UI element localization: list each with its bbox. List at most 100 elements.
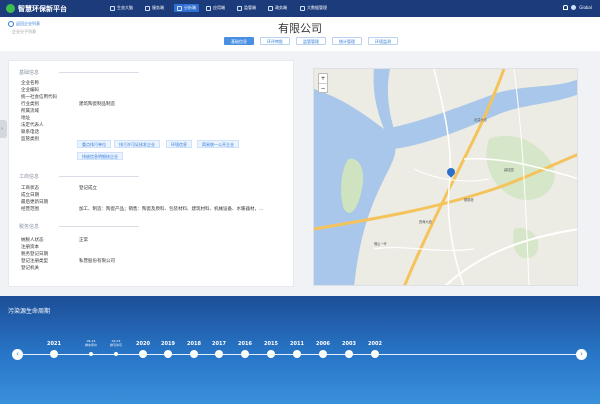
- industry-value: 建筑陶瓷制品制造: [79, 102, 115, 107]
- timeline-node[interactable]: [215, 350, 223, 358]
- user-name: Global: [579, 5, 592, 10]
- category-chip: 环境信息: [166, 140, 192, 148]
- top-nav: 智慧环保新平台 生态大脑 服务端 分析端 应用端 监管端 政务端 大数据管理 G…: [0, 0, 600, 17]
- zoom-out-button[interactable]: −: [319, 83, 327, 92]
- chevron-right-icon: ›: [1, 126, 3, 132]
- section-business: 工商信息: [19, 174, 40, 180]
- field-label: 法定代表人: [21, 123, 44, 128]
- user-icon: [571, 5, 577, 10]
- timeline-event-node[interactable]: [89, 352, 93, 356]
- brain-icon: [110, 5, 115, 11]
- section-basic: 基础信息: [19, 70, 40, 76]
- logo-icon: [6, 4, 15, 13]
- category-chip: 简易统一公开企业: [197, 140, 239, 148]
- timeline-year: 2006: [316, 341, 330, 347]
- map-label: 佛山一环: [374, 242, 387, 246]
- field-label: 所属流域: [21, 109, 39, 114]
- field-label: 地址: [21, 116, 30, 121]
- location-map[interactable]: + − 北滘大道 西海大道 碧桂园 顺德港 佛山一环: [313, 68, 578, 286]
- tab-basic[interactable]: 基础信息: [224, 37, 254, 45]
- timeline-event: 02-03 排污许可: [109, 339, 123, 347]
- field-label: 成立日期: [21, 193, 39, 198]
- field-label: 经营范围: [21, 207, 39, 212]
- tab-eia[interactable]: 环评审批: [260, 37, 290, 45]
- field-label: 纳税人状态: [21, 238, 44, 243]
- lifecycle-title: 污染源生命周期: [8, 308, 51, 315]
- timeline-node[interactable]: [293, 350, 301, 358]
- timeline-year: 2020: [136, 341, 150, 347]
- map-canvas: [314, 69, 577, 285]
- timeline-year: 2016: [238, 341, 252, 347]
- service-icon: [145, 5, 150, 11]
- field-label: 最后更新日期: [21, 200, 48, 205]
- timeline-year: 2002: [368, 341, 382, 347]
- divider: [59, 226, 139, 227]
- field-label: 登记机关: [21, 266, 39, 271]
- company-header: 返回企业列表 企业分子列表 有限公司 基础信息 环评审批 监管管理 统计管理 环…: [0, 17, 600, 51]
- nav-item-brain[interactable]: 生态大脑: [110, 5, 133, 11]
- field-label: 监管类别: [21, 137, 39, 142]
- nav-item-gov[interactable]: 政务端: [268, 5, 287, 11]
- timeline-event: 09-16 排水评价: [84, 339, 98, 347]
- company-title: 有限公司: [278, 22, 322, 35]
- bell-icon[interactable]: [563, 5, 569, 10]
- timeline-year: 2015: [264, 341, 278, 347]
- business-status-value: 登记成立: [79, 186, 97, 191]
- timeline-year: 2021: [47, 341, 61, 347]
- section-tax: 税务信息: [19, 224, 40, 230]
- divider: [59, 72, 139, 73]
- timeline-year: 2017: [212, 341, 226, 347]
- map-label: 碧桂园: [504, 168, 514, 172]
- nav-item-analysis[interactable]: 分析端: [174, 4, 199, 12]
- timeline-node[interactable]: [319, 350, 327, 358]
- timeline-node[interactable]: [190, 350, 198, 358]
- company-info-panel: 基础信息 企业名称 企业编码 统一社会信用代码 行业类别 建筑陶瓷制品制造 所属…: [8, 60, 294, 287]
- timeline-year: 2019: [161, 341, 175, 347]
- nav-item-app[interactable]: 应用端: [206, 5, 225, 11]
- registration-type-value: 私营股份有限公司: [79, 259, 115, 264]
- map-label: 西海大道: [419, 220, 432, 224]
- field-label: 企业名称: [21, 81, 39, 86]
- nav-item-supervise[interactable]: 监管端: [237, 5, 256, 11]
- timeline-year: 2011: [290, 341, 304, 347]
- field-label: 税务登记日期: [21, 252, 48, 257]
- tab-supervision[interactable]: 监管管理: [296, 37, 326, 45]
- category-chip: 排污许可证核发企业: [114, 140, 160, 148]
- user-area[interactable]: Global: [563, 5, 592, 10]
- field-label: 登记注册类型: [21, 259, 48, 264]
- tab-statistics[interactable]: 统计管理: [332, 37, 362, 45]
- database-icon: [300, 5, 305, 11]
- category-chip: 重点排污单位: [77, 140, 111, 148]
- lifecycle-panel: 污染源生命周期 ‹ › 2021 09-16 排水评价 02-03 排污许可 202…: [0, 296, 600, 404]
- map-label: 顺德港: [464, 198, 474, 202]
- divider: [59, 176, 139, 177]
- timeline-node[interactable]: [164, 350, 172, 358]
- timeline-node[interactable]: [241, 350, 249, 358]
- timeline-prev-button[interactable]: ‹: [12, 349, 23, 360]
- field-label: 企业编码: [21, 88, 39, 93]
- gov-icon: [268, 5, 273, 11]
- collapse-handle[interactable]: ›: [0, 120, 7, 138]
- nav-item-service[interactable]: 服务端: [145, 5, 164, 11]
- timeline-next-button[interactable]: ›: [576, 349, 587, 360]
- tax-status-value: 正常: [79, 238, 88, 243]
- nav-item-bigdata[interactable]: 大数据管理: [300, 5, 327, 11]
- timeline-node[interactable]: [139, 350, 147, 358]
- timeline-node[interactable]: [267, 350, 275, 358]
- field-label: 工商状态: [21, 186, 39, 191]
- timeline-year: 2018: [187, 341, 201, 347]
- timeline-year: 2003: [342, 341, 356, 347]
- timeline-event-node[interactable]: [114, 352, 118, 356]
- zoom-control: + −: [318, 73, 328, 93]
- timeline-node[interactable]: [50, 350, 58, 358]
- timeline-node[interactable]: [371, 350, 379, 358]
- tab-bar: 基础信息 环评审批 监管管理 统计管理 环境监测: [224, 37, 398, 45]
- chart-icon: [177, 5, 182, 11]
- tab-monitoring[interactable]: 环境监测: [368, 37, 398, 45]
- app-title: 智慧环保新平台: [18, 5, 67, 13]
- supervise-icon: [237, 5, 242, 11]
- field-label: 行业类别: [21, 102, 39, 107]
- zoom-in-button[interactable]: +: [319, 74, 327, 83]
- map-label: 北滘大道: [474, 118, 487, 122]
- timeline-node[interactable]: [345, 350, 353, 358]
